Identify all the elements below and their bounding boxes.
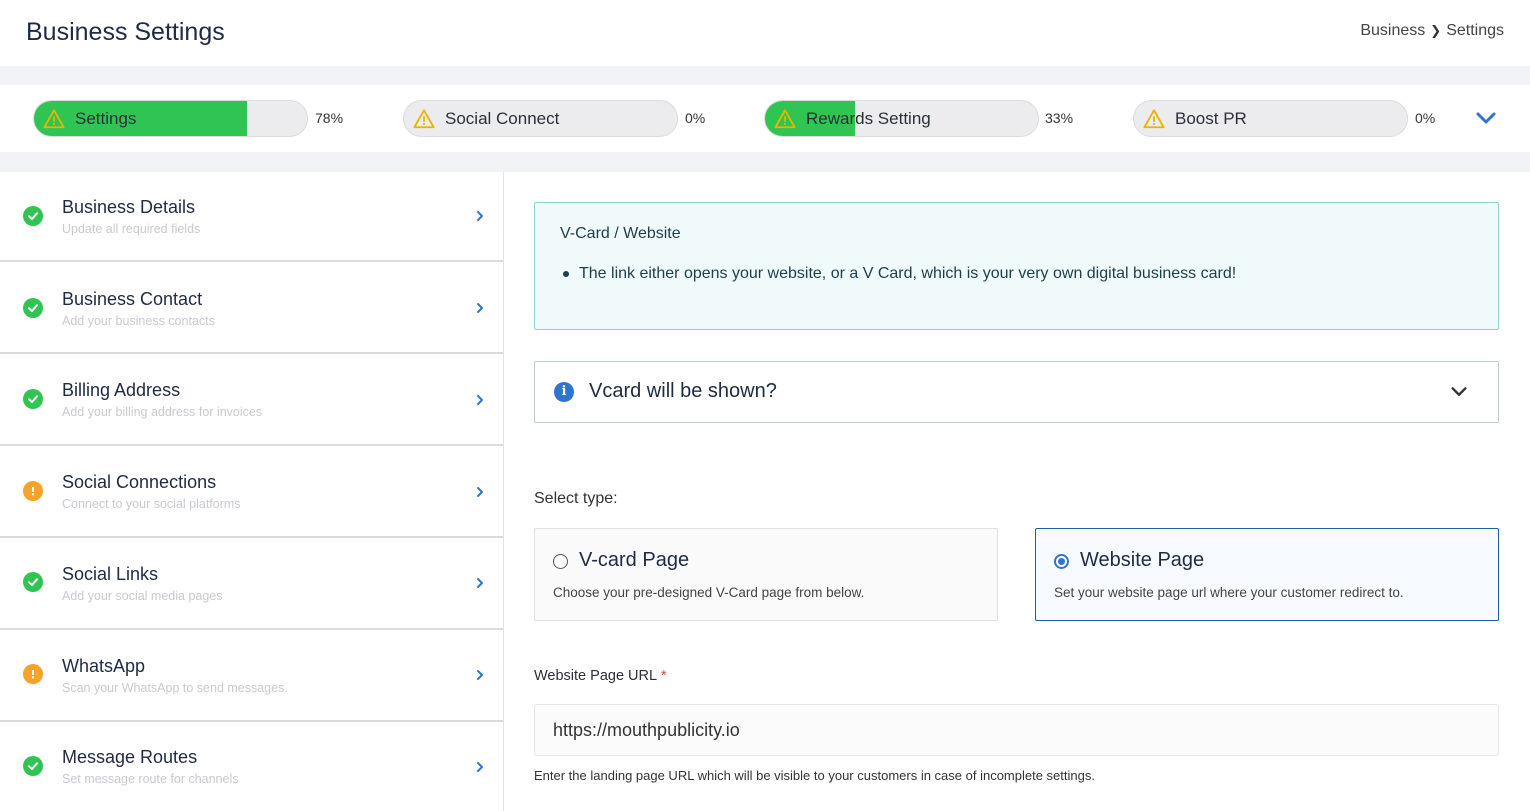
progress-bar-social-connect[interactable]: Social Connect xyxy=(403,100,678,137)
progress-percent: 33% xyxy=(1045,110,1074,126)
website-url-label: Website Page URL * xyxy=(534,668,667,684)
warning-icon xyxy=(1143,109,1165,129)
sidebar-item-subtitle: Set message route for channels xyxy=(62,772,239,786)
bullet-dot xyxy=(563,271,569,277)
sidebar-item-title: Social Links xyxy=(62,564,159,584)
sidebar-item-social-links[interactable]: Social Links Add your social media pages xyxy=(0,540,503,630)
chevron-right-icon xyxy=(477,303,483,313)
sidebar-item-subtitle: Add your business contacts xyxy=(62,314,215,328)
info-bullet: The link either opens your website, or a… xyxy=(563,265,1236,283)
sidebar-item-title: Social Connections xyxy=(62,472,217,492)
info-box: V-Card / Website The link either opens y… xyxy=(534,202,1499,330)
progress-percent: 78% xyxy=(315,110,344,126)
chevron-right-icon: ❯ xyxy=(1430,23,1442,38)
exclamation-circle-icon xyxy=(23,664,43,684)
breadcrumb-settings: Settings xyxy=(1446,22,1504,39)
url-help-text: Enter the landing page URL which will be… xyxy=(534,768,1095,783)
select-type-label: Select type: xyxy=(534,490,618,507)
chevron-right-icon xyxy=(477,395,483,405)
info-title: V-Card / Website xyxy=(560,225,681,242)
option-description: Set your website page url where your cus… xyxy=(1054,585,1404,600)
website-url-input[interactable] xyxy=(534,704,1499,756)
info-bullet-text: The link either opens your website, or a… xyxy=(579,265,1237,282)
progress-label: Social Connect xyxy=(445,109,560,128)
warning-icon xyxy=(43,109,65,129)
progress-bar-rewards-setting[interactable]: Rewards Setting xyxy=(764,100,1039,137)
chevron-right-icon xyxy=(477,487,483,497)
sidebar-item-title: Message Routes xyxy=(62,747,198,767)
progress-bar-settings[interactable]: Settings xyxy=(33,100,308,137)
sidebar-item-title: Business Details xyxy=(62,197,196,217)
chevron-down-icon[interactable] xyxy=(1448,381,1470,403)
vcard-page-radio[interactable] xyxy=(553,554,568,569)
sidebar-item-business-contact[interactable]: Business Contact Add your business conta… xyxy=(0,264,503,354)
progress-percent: 0% xyxy=(685,110,706,126)
sidebar-item-subtitle: Scan your WhatsApp to send messages. xyxy=(62,681,288,695)
check-circle-icon xyxy=(23,206,43,226)
sidebar-item-subtitle: Connect to your social platforms xyxy=(62,497,241,511)
sidebar-item-title: Billing Address xyxy=(62,380,181,400)
exclamation-circle-icon xyxy=(23,481,43,501)
sidebar-item-subtitle: Add your social media pages xyxy=(62,589,223,603)
option-description: Choose your pre-designed V-Card page fro… xyxy=(553,585,865,600)
sidebar-item-title: WhatsApp xyxy=(62,656,146,676)
warning-icon xyxy=(413,109,435,129)
sidebar-item-title: Business Contact xyxy=(62,289,203,309)
breadcrumb: Business ❯ Settings xyxy=(1360,22,1504,40)
sidebar-item-message-routes[interactable]: Message Routes Set message route for cha… xyxy=(0,724,503,811)
accordion-title: Vcard will be shown? xyxy=(589,380,777,402)
chevron-right-icon xyxy=(477,670,483,680)
progress-percent: 0% xyxy=(1415,110,1436,126)
chevron-down-icon[interactable] xyxy=(1474,106,1498,130)
sidebar-item-billing-address[interactable]: Billing Address Add your billing address… xyxy=(0,356,503,446)
sidebar-item-subtitle: Add your billing address for invoices xyxy=(62,405,263,419)
check-circle-icon xyxy=(23,389,43,409)
check-circle-icon xyxy=(23,572,43,592)
chevron-right-icon xyxy=(477,211,483,221)
progress-label: Settings xyxy=(75,109,137,128)
progress-label: Boost PR xyxy=(1175,109,1247,128)
info-icon: i xyxy=(554,382,574,402)
option-title: V-card Page xyxy=(579,549,690,571)
check-circle-icon xyxy=(23,298,43,318)
option-title: Website Page xyxy=(1080,549,1205,571)
sidebar-item-business-details[interactable]: Business Details Update all required fie… xyxy=(0,172,503,262)
warning-icon xyxy=(774,109,796,129)
vcard-page-option[interactable]: V-card Page Choose your pre-designed V-C… xyxy=(534,528,998,621)
vcard-shown-accordion[interactable]: i Vcard will be shown? xyxy=(534,361,1499,423)
settings-sidebar: Business Details Update all required fie… xyxy=(0,172,504,811)
progress-bar-boost-pr[interactable]: Boost PR xyxy=(1133,100,1408,137)
page-title: Business Settings xyxy=(26,18,225,46)
sidebar-item-social-connections[interactable]: Social Connections Connect to your socia… xyxy=(0,448,503,538)
sidebar-item-subtitle: Update all required fields xyxy=(62,222,201,236)
website-page-option[interactable]: Website Page Set your website page url w… xyxy=(1035,528,1499,621)
required-mark: * xyxy=(661,668,667,684)
breadcrumb-business[interactable]: Business xyxy=(1360,22,1425,40)
check-circle-icon xyxy=(23,756,43,776)
website-page-radio[interactable] xyxy=(1054,554,1069,569)
chevron-right-icon xyxy=(477,578,483,588)
progress-fill xyxy=(34,101,247,136)
progress-strip: Settings 78% Social Connect 0% Rewards S… xyxy=(0,85,1530,152)
sidebar-item-whatsapp[interactable]: WhatsApp Scan your WhatsApp to send mess… xyxy=(0,632,503,722)
url-label-text: Website Page URL xyxy=(534,668,658,684)
settings-main-panel: V-Card / Website The link either opens y… xyxy=(504,172,1530,811)
page-header: Business Settings Business ❯ Settings xyxy=(0,0,1530,66)
progress-label: Rewards Setting xyxy=(806,109,931,128)
chevron-right-icon xyxy=(477,762,483,772)
